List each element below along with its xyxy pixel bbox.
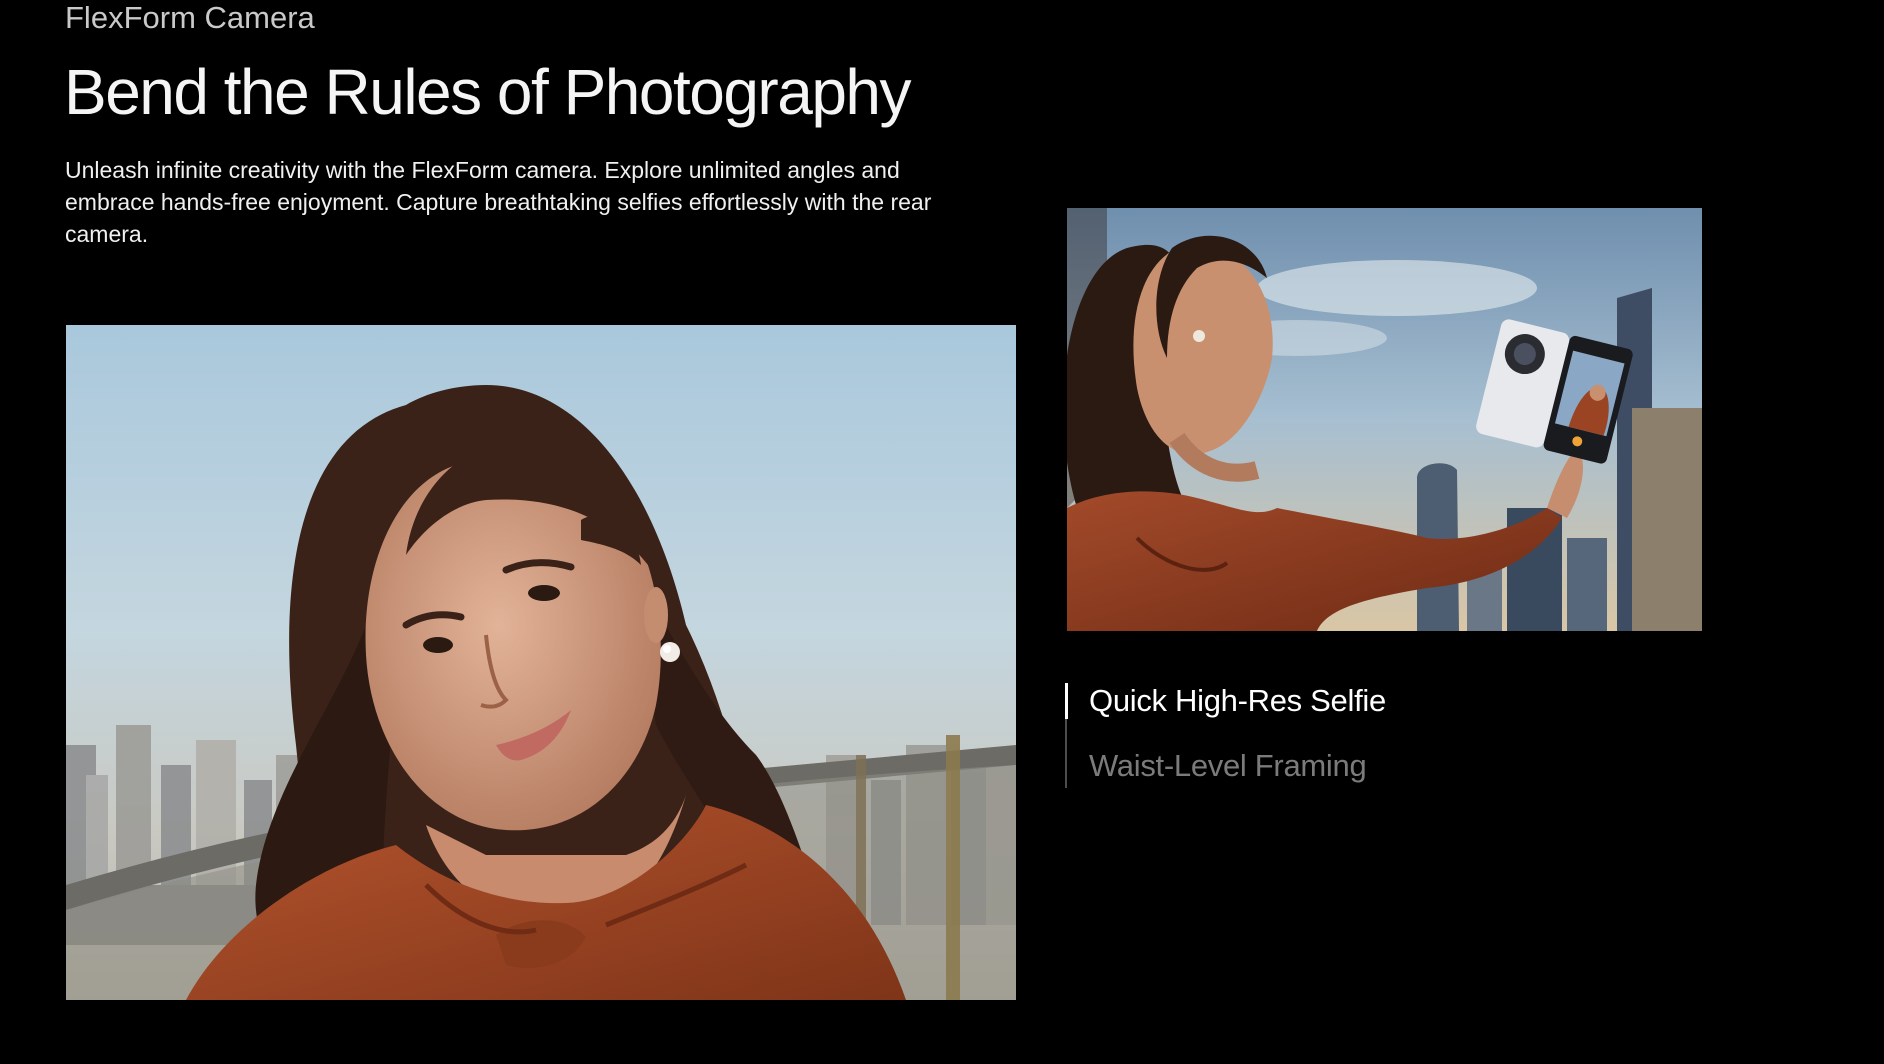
camera-feature-tabs: Quick High-Res Selfie Waist-Level Framin…: [1065, 683, 1567, 788]
tab-quick-high-res-selfie[interactable]: Quick High-Res Selfie: [1089, 681, 1386, 721]
section-eyebrow: FlexForm Camera: [65, 0, 315, 35]
rear-camera-selfie-photo: [1067, 208, 1702, 631]
active-tab-indicator: [1065, 683, 1068, 719]
section-headline: Bend the Rules of Photography: [64, 56, 912, 128]
tab-waist-level-framing[interactable]: Waist-Level Framing: [1089, 746, 1367, 786]
rear-camera-selfie-illustration: [1067, 208, 1702, 631]
selfie-photo: [66, 325, 1016, 1000]
selfie-photo-illustration: [66, 325, 1016, 1000]
section-description: Unleash infinite creativity with the Fle…: [65, 157, 932, 247]
